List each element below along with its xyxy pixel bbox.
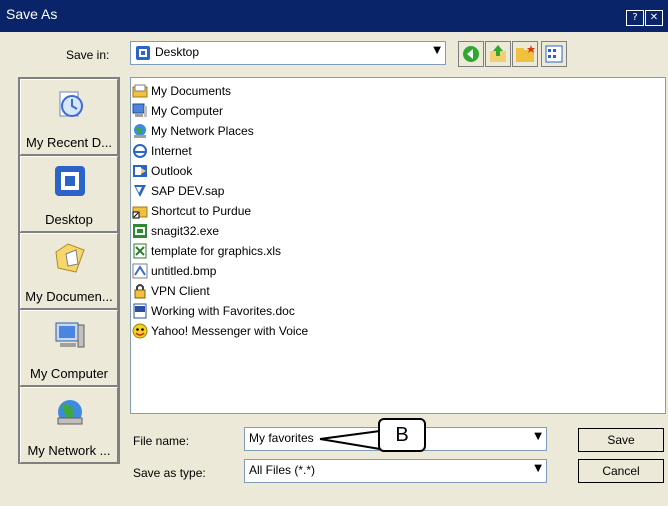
save-in-label: Save in: <box>66 48 110 62</box>
file-name: template for graphics.xls <box>151 244 282 258</box>
cancel-button[interactable]: Cancel <box>578 459 664 483</box>
computer-icon <box>132 103 147 117</box>
excel-icon <box>133 243 147 259</box>
file-name-value: My favorites <box>249 431 314 445</box>
file-name: Yahoo! Messenger with Voice <box>151 324 309 338</box>
file-name: untitled.bmp <box>151 264 217 278</box>
save-button[interactable]: Save <box>578 428 664 452</box>
my-computer-icon <box>55 322 85 348</box>
save-in-value: Desktop <box>155 45 200 59</box>
close-button[interactable]: ✕ <box>645 10 663 26</box>
new-folder-button[interactable] <box>512 41 538 67</box>
place-label: My Recent D... <box>26 135 112 150</box>
views-button[interactable] <box>541 41 567 67</box>
callout-pointer <box>319 430 381 450</box>
word-icon <box>133 303 147 319</box>
file-name: Working with Favorites.doc <box>151 304 295 318</box>
shortcut-folder-icon <box>132 206 148 219</box>
place-recent-documents[interactable]: My Recent D... <box>20 79 118 155</box>
outlook-icon <box>133 165 147 177</box>
sap-icon <box>134 185 146 197</box>
network-icon <box>134 124 146 138</box>
place-label: My Network ... <box>27 443 111 458</box>
file-name: Outlook <box>151 164 193 178</box>
save-as-type-value: All Files (*.*) <box>249 463 316 477</box>
file-name: VPN Client <box>151 284 210 298</box>
save-as-dialog: Save As ? ✕ Save in: Desktop ▼ My Recent… <box>0 0 668 506</box>
new-folder-icon <box>516 45 535 62</box>
file-name: My Network Places <box>151 124 254 138</box>
place-desktop[interactable]: Desktop <box>20 156 118 232</box>
title-bar[interactable]: Save As ? ✕ <box>0 0 668 32</box>
dropdown-arrow-icon[interactable]: ▼ <box>534 431 542 442</box>
save-as-type-select[interactable]: All Files (*.*) ▼ <box>244 459 547 483</box>
save-as-type-label: Save as type: <box>133 466 206 480</box>
folder-icon <box>132 84 148 98</box>
file-list[interactable]: My Documents My Computer My Network Plac… <box>130 77 666 414</box>
file-name: SAP DEV.sap <box>151 184 225 198</box>
place-my-computer[interactable]: My Computer <box>20 310 118 386</box>
file-name: Shortcut to Purdue <box>151 204 252 218</box>
view-menu-icon <box>545 45 563 63</box>
exe-icon <box>133 224 147 238</box>
file-name: Internet <box>151 144 192 158</box>
network-places-icon <box>57 400 83 425</box>
window-title: Save As <box>6 6 58 22</box>
place-label: My Documen... <box>25 289 113 304</box>
help-button[interactable]: ? <box>626 10 644 26</box>
places-bar: My Recent D... Desktop My Documen... My … <box>18 77 120 464</box>
callout-label: B <box>378 418 426 452</box>
bitmap-icon <box>132 263 148 279</box>
dropdown-arrow-icon[interactable]: ▼ <box>433 45 441 56</box>
yahoo-icon <box>132 323 148 339</box>
desktop-icon <box>136 46 150 60</box>
file-name: My Computer <box>151 104 224 118</box>
internet-icon <box>133 144 147 158</box>
back-arrow-icon <box>463 46 479 62</box>
dropdown-arrow-icon[interactable]: ▼ <box>534 463 542 474</box>
place-label: Desktop <box>45 212 93 227</box>
recent-documents-icon <box>59 91 83 117</box>
up-folder-button[interactable] <box>485 41 511 67</box>
save-in-combo[interactable]: Desktop ▼ <box>130 41 446 65</box>
file-name: snagit32.exe <box>151 224 220 238</box>
place-my-network[interactable]: My Network ... <box>20 387 118 463</box>
place-label: My Computer <box>29 366 109 381</box>
file-name-label: File name: <box>133 434 190 448</box>
back-button[interactable] <box>458 41 484 67</box>
vpn-icon <box>134 284 146 299</box>
place-my-documents[interactable]: My Documen... <box>20 233 118 309</box>
desktop-icon <box>55 166 85 196</box>
file-name: My Documents <box>151 84 232 98</box>
my-documents-icon <box>55 243 85 273</box>
up-folder-icon <box>490 45 506 62</box>
